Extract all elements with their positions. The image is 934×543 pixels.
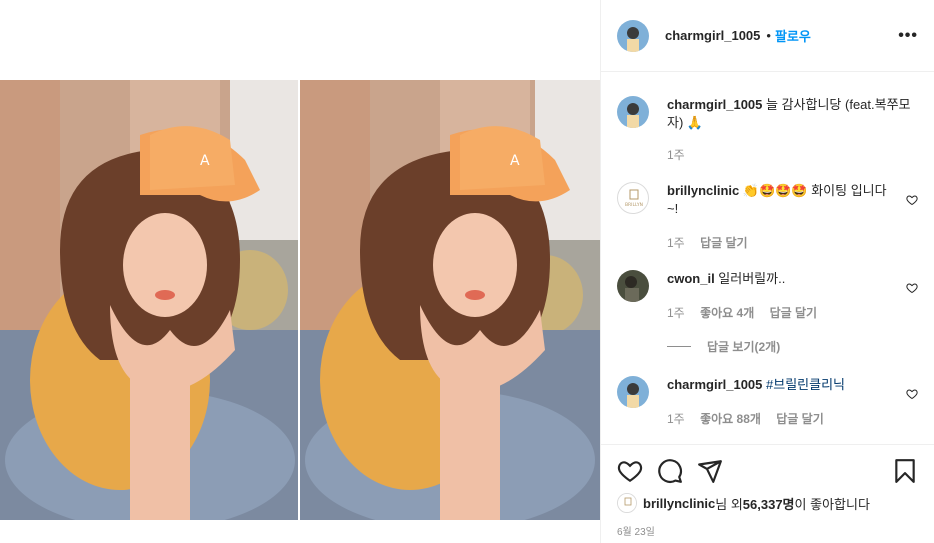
- comment-item: cwon_il 일러버릴까.. 1주 좋아요 4개 답글 달기 답글 보기(2개…: [617, 270, 918, 360]
- post-actions: brillynclinic 님 외 56,337명 이 좋아합니다 6월 23일: [601, 444, 934, 543]
- caption-meta: 1주: [667, 146, 697, 163]
- likes-username[interactable]: brillynclinic: [643, 496, 715, 511]
- comment-text-block: charmgirl_1005 #브릴린클리닉: [667, 376, 888, 394]
- reply-button[interactable]: 답글 달기: [700, 236, 748, 250]
- comment-item: BRILLYN brillynclinic 👏🤩🤩🤩 화이팅 입니다~! 1주 …: [617, 182, 918, 252]
- follow-button[interactable]: 팔로우: [775, 26, 811, 45]
- reply-button[interactable]: 답글 달기: [770, 306, 818, 320]
- photo-girl-orange-cap: A: [300, 80, 600, 520]
- comment-like-icon[interactable]: [906, 194, 918, 206]
- avatar-image: [617, 270, 649, 302]
- avatar[interactable]: [617, 376, 649, 408]
- likes-tail: 이 좋아합니다: [794, 496, 870, 512]
- avatar-image: [617, 19, 649, 52]
- post-header: charmgirl_1005 • 팔로우 •••: [601, 0, 934, 72]
- comments-list[interactable]: charmgirl_1005 늘 감사합니당 (feat.복쭈모자) 🙏 1주 …: [601, 72, 934, 444]
- comment-text-block: brillynclinic 👏🤩🤩🤩 화이팅 입니다~!: [667, 182, 888, 218]
- caption-time[interactable]: 1주: [667, 148, 685, 162]
- avatar[interactable]: [617, 270, 649, 302]
- avatar[interactable]: [617, 19, 649, 52]
- post-photo-right[interactable]: A: [300, 80, 600, 520]
- post-date[interactable]: 6월 23일: [617, 523, 655, 538]
- comment-text: 일러버릴까..: [714, 271, 786, 286]
- share-icon[interactable]: [697, 458, 723, 484]
- comment-text-block: cwon_il 일러버릴까..: [667, 270, 888, 288]
- comment-meta: 1주 좋아요 88개 답글 달기: [667, 410, 836, 427]
- post-side-panel: charmgirl_1005 • 팔로우 ••• charmgirl_1005 …: [600, 0, 934, 543]
- svg-text:A: A: [200, 153, 210, 169]
- comment-time[interactable]: 1주: [667, 236, 685, 250]
- caption-text-block: charmgirl_1005 늘 감사합니당 (feat.복쭈모자) 🙏: [667, 96, 918, 132]
- comment-likes[interactable]: 좋아요 88개: [700, 412, 761, 426]
- comment-hashtag[interactable]: #브릴린클리닉: [762, 377, 845, 392]
- likes-count[interactable]: 56,337명: [743, 494, 795, 513]
- header-username[interactable]: charmgirl_1005: [665, 28, 760, 43]
- avatar-image: [617, 376, 649, 408]
- svg-text:A: A: [510, 153, 520, 169]
- replies-divider: [667, 346, 691, 347]
- caption-username[interactable]: charmgirl_1005: [667, 97, 762, 112]
- comment-like-icon[interactable]: [906, 282, 918, 294]
- comment-username[interactable]: charmgirl_1005: [667, 377, 762, 392]
- heart-icon[interactable]: [617, 458, 643, 484]
- likes-summary: brillynclinic 님 외 56,337명 이 좋아합니다: [617, 493, 870, 513]
- comment-meta: 1주 좋아요 4개 답글 달기: [667, 304, 829, 321]
- avatar[interactable]: BRILLYN: [617, 182, 649, 214]
- more-icon[interactable]: •••: [898, 27, 918, 45]
- avatar[interactable]: [617, 96, 649, 128]
- comment-username[interactable]: brillynclinic: [667, 183, 739, 198]
- view-replies-button[interactable]: 답글 보기(2개): [667, 338, 780, 355]
- view-replies-label: 답글 보기(2개): [707, 340, 781, 354]
- comment-item: charmgirl_1005 #브릴린클리닉 1주 좋아요 88개 답글 달기: [617, 376, 918, 436]
- comment-time[interactable]: 1주: [667, 306, 685, 320]
- comment-meta: 1주 답글 달기: [667, 234, 760, 251]
- action-icons: [617, 458, 918, 484]
- post-media[interactable]: A A: [0, 0, 600, 543]
- avatar-image: [617, 96, 649, 128]
- comment-like-icon[interactable]: [906, 388, 918, 400]
- brillyn-logo-icon: BRILLYN: [625, 189, 643, 208]
- separator-dot: •: [766, 28, 771, 43]
- caption-item: charmgirl_1005 늘 감사합니당 (feat.복쭈모자) 🙏 1주: [617, 96, 918, 166]
- likes-suffix: 님 외: [715, 496, 743, 512]
- brillyn-logo-icon: [618, 494, 636, 512]
- reply-button[interactable]: 답글 달기: [776, 412, 824, 426]
- svg-text:BRILLYN: BRILLYN: [625, 202, 643, 208]
- comment-icon[interactable]: [657, 458, 683, 484]
- post-photo-left[interactable]: A: [0, 80, 298, 520]
- comment-likes[interactable]: 좋아요 4개: [700, 306, 754, 320]
- comment-time[interactable]: 1주: [667, 412, 685, 426]
- comment-username[interactable]: cwon_il: [667, 271, 715, 286]
- avatar[interactable]: [617, 493, 637, 513]
- bookmark-icon[interactable]: [892, 458, 918, 484]
- photo-girl-orange-cap: A: [0, 80, 298, 520]
